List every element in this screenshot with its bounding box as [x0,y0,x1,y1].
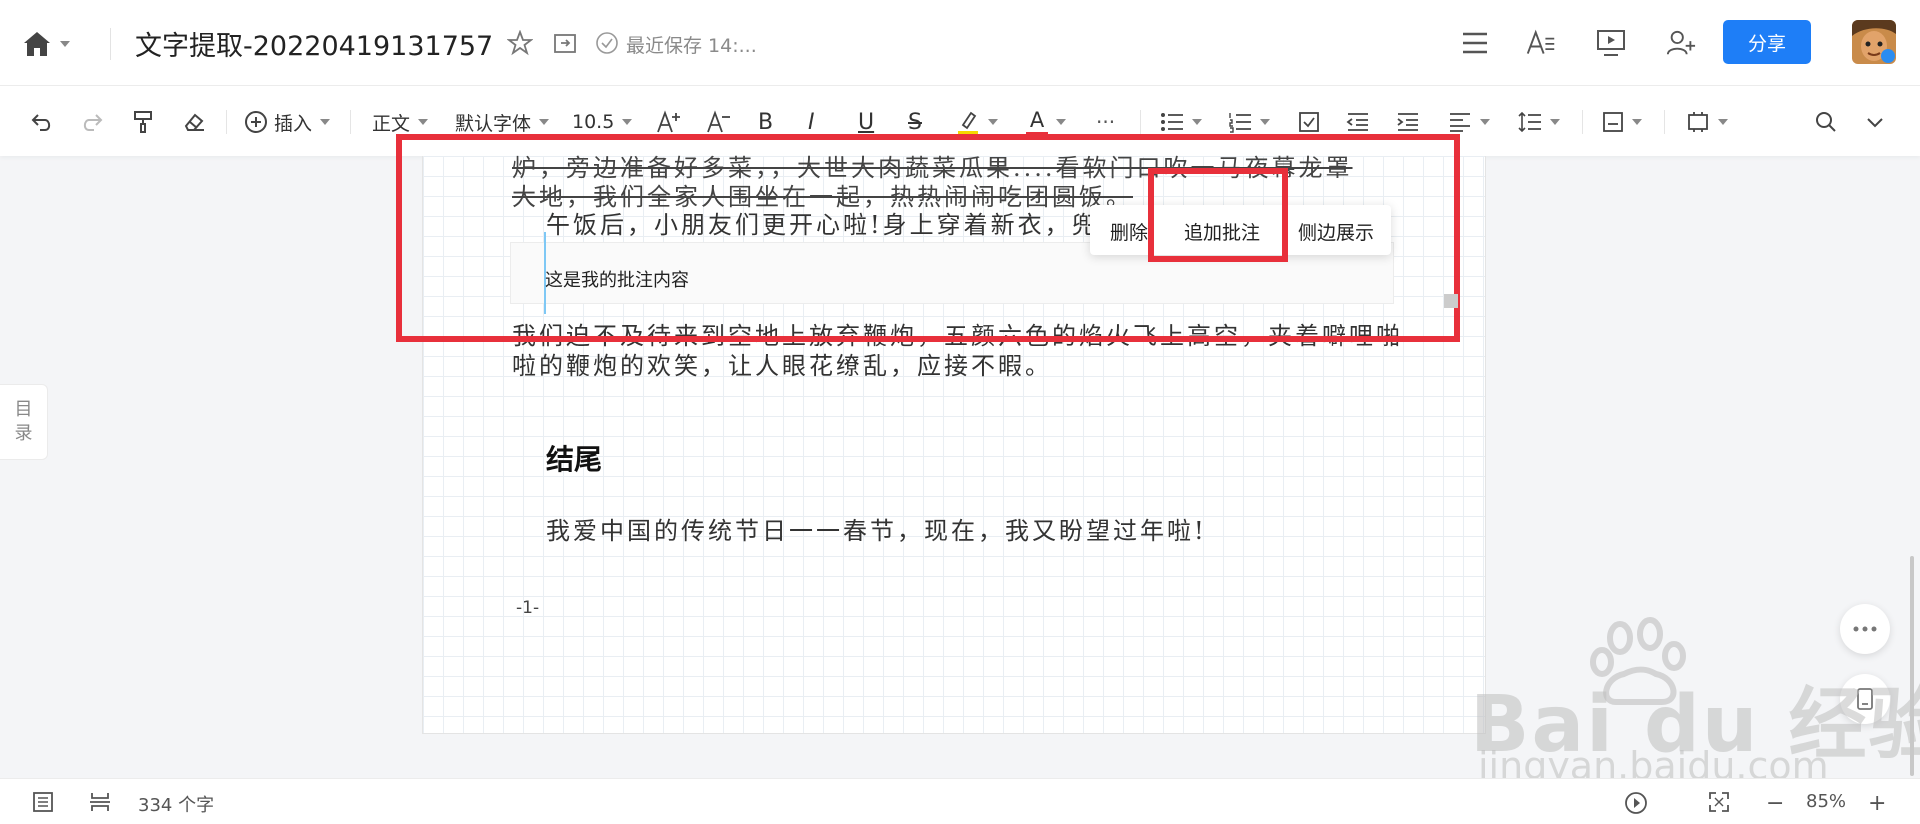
page-layout-button[interactable] [1602,108,1642,136]
add-collaborator-icon[interactable] [1666,28,1696,58]
bullet-list-button[interactable] [1160,108,1202,136]
chevron-down-icon [1480,119,1490,125]
chevron-down-icon [1192,119,1202,125]
collapse-toolbar-icon[interactable] [1864,108,1886,136]
font-family-dropdown[interactable]: 默认字体 [455,108,550,136]
eraser-icon[interactable] [182,108,206,136]
chevron-down-icon [60,41,70,47]
toolbar-divider [350,110,351,134]
star-icon[interactable] [505,28,535,58]
chevron-down-icon [1718,119,1728,125]
toolbar-divider [1140,110,1141,134]
outline-icon[interactable] [32,791,54,813]
numbered-list-icon [1229,113,1251,133]
undo-icon[interactable] [30,108,54,136]
increase-indent-icon[interactable] [1396,108,1420,136]
underline-button[interactable]: U [858,108,874,136]
table-of-contents-tab[interactable]: 目 录 [0,384,48,460]
toolbar-divider [1582,110,1583,134]
watermark: Bai du 经验 jingyan.baidu.com [1470,616,1920,788]
highlight-frame-button [1148,168,1288,262]
font-size-dropdown[interactable]: 10.5 [572,108,633,136]
share-button[interactable]: 分享 [1723,20,1811,64]
status-bar: 334 个字 − 85% + [0,778,1920,824]
font-color-letter: A [1029,108,1045,132]
highlight-color-button[interactable] [956,108,998,136]
zoom-in-button[interactable]: + [1868,791,1886,816]
chevron-down-icon [1056,119,1066,125]
font-label: 默认字体 [455,112,532,135]
decrease-indent-icon[interactable] [1346,108,1370,136]
closing-paragraph[interactable]: 我爱中国的传统节日一一春节，现在，我又盼望过年啦! [546,511,1207,546]
decrease-font-icon[interactable] [706,108,732,136]
text-format-icon[interactable] [1526,28,1556,58]
paragraph-line[interactable]: 啦的鞭炮的欢笑，让人眼花缭乱，应接不暇。 [512,346,1052,381]
presentation-icon[interactable] [1596,28,1626,58]
font-size-label: 10.5 [572,111,615,133]
increase-font-icon[interactable] [656,108,682,136]
home-icon [24,32,50,56]
more-dots-icon [1853,626,1877,632]
more-options-button[interactable] [1840,604,1890,654]
redo-icon[interactable] [80,108,104,136]
move-to-folder-icon[interactable] [550,28,580,58]
bullet-list-icon [1161,113,1183,131]
search-icon[interactable] [1814,108,1838,136]
resize-handle[interactable] [1444,294,1458,308]
insert-block-button[interactable] [1686,108,1728,136]
toolbar-divider [226,110,227,134]
numbered-list-button[interactable] [1228,108,1270,136]
chevron-down-icon [1550,119,1560,125]
play-icon[interactable] [1624,791,1648,815]
page-number: -1- [516,598,540,618]
line-spacing-button[interactable] [1518,108,1560,136]
chevron-down-icon [622,119,633,125]
page-break-icon[interactable] [88,791,112,813]
section-heading[interactable]: 结尾 [546,438,602,478]
chevron-down-icon [988,119,998,125]
vertical-scrollbar[interactable] [1910,556,1914,776]
home-menu[interactable] [22,24,86,64]
header-divider [110,28,111,60]
checklist-icon[interactable] [1298,108,1320,136]
add-circle-icon [245,111,267,133]
menu-icon[interactable] [1460,28,1490,58]
page-layout-icon [1603,112,1623,132]
insert-menu[interactable]: 插入 [244,108,331,136]
chevron-down-icon [1632,119,1642,125]
font-color-button[interactable]: A [1026,108,1066,136]
fullscreen-icon[interactable] [1708,791,1730,813]
line-spacing-icon [1518,111,1541,133]
chevron-down-icon [418,119,429,125]
chevron-down-icon [539,119,550,125]
insert-label: 插入 [274,112,313,135]
header-bar: 文字提取-20220419131757 最近保存 14:... 分享 [0,0,1920,86]
toc-label-bottom: 录 [14,423,33,444]
format-painter-icon[interactable] [132,108,154,136]
chevron-down-icon [320,119,331,125]
toc-label-top: 目 [14,399,33,420]
zoom-level[interactable]: 85% [1806,791,1846,812]
italic-button[interactable]: I [808,108,815,136]
save-status: 最近保存 14:... [626,35,757,57]
more-button[interactable]: ··· [1096,108,1115,136]
align-left-icon [1450,113,1470,132]
avatar[interactable] [1852,20,1896,64]
highlighter-icon [958,111,978,135]
saved-check-icon [592,28,622,58]
align-button[interactable] [1448,108,1490,136]
toolbar-divider [1664,110,1665,134]
paragraph-style-dropdown[interactable]: 正文 [372,108,429,136]
zoom-out-button[interactable]: − [1766,791,1784,816]
document-title[interactable]: 文字提取-20220419131757 [135,24,493,63]
bold-button[interactable]: B [758,108,773,136]
chevron-down-icon [1260,119,1270,125]
highlight-frame [396,134,1460,342]
strikethrough-button[interactable]: S [908,108,922,136]
style-label: 正文 [372,112,411,135]
word-count[interactable]: 334 个字 [138,791,214,817]
block-icon [1688,112,1708,132]
